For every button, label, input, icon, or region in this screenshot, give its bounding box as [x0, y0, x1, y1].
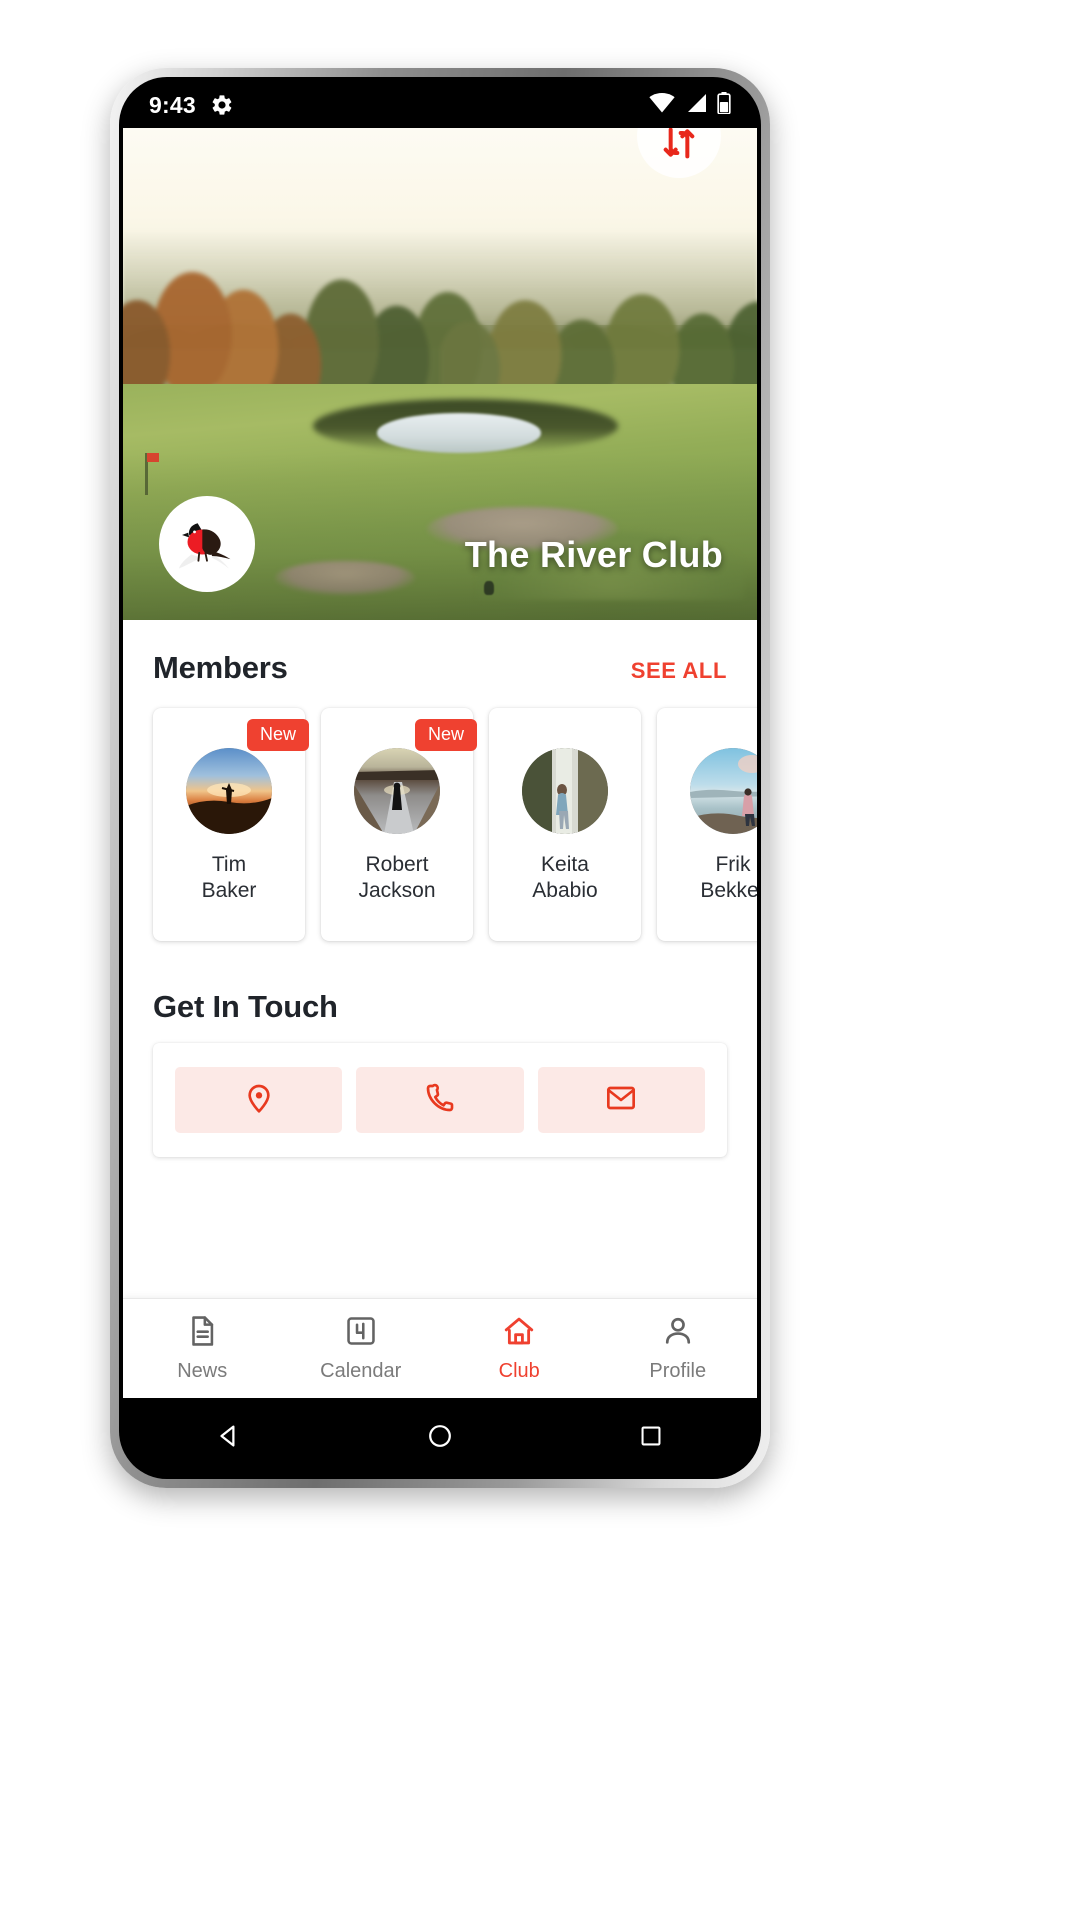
get-in-touch-header: Get In Touch — [123, 959, 757, 1029]
member-card[interactable]: New — [153, 708, 309, 941]
hero-pond — [376, 413, 542, 453]
swap-vertical-arrows-icon — [659, 128, 699, 168]
nav-item-news[interactable]: News — [123, 1314, 282, 1383]
member-name: Keita Ababio — [532, 853, 598, 902]
nav-label-news: News — [177, 1360, 228, 1382]
avatar — [690, 748, 757, 834]
avatar — [354, 748, 440, 834]
person-icon — [661, 1314, 695, 1353]
app-viewport: The River Club Members SEE ALL New Tim B… — [123, 128, 757, 1398]
battery-icon — [717, 91, 731, 119]
phone-frame: 9:43 The River Club Members SEE ALL New … — [110, 68, 770, 1488]
avatar — [186, 748, 272, 834]
members-title: Members — [153, 650, 288, 685]
status-icons — [649, 91, 731, 119]
club-hero-image: The River Club — [123, 128, 757, 620]
new-badge: New — [414, 719, 477, 751]
status-time: 9:43 — [149, 91, 196, 118]
document-icon — [185, 1314, 219, 1353]
status-bar: 9:43 — [123, 82, 757, 128]
envelope-icon — [605, 1082, 637, 1119]
member-card[interactable]: Frik Bekker — [657, 708, 757, 941]
nav-label-calendar: Calendar — [320, 1360, 402, 1382]
location-button[interactable] — [175, 1067, 343, 1133]
bottom-navigation: News Calendar Club Profile — [123, 1298, 757, 1398]
cellular-signal-icon — [684, 93, 708, 118]
gear-icon — [210, 93, 234, 117]
recents-square-icon[interactable] — [606, 1398, 696, 1474]
get-in-touch-title: Get In Touch — [153, 989, 338, 1024]
members-section-header: Members SEE ALL — [123, 620, 757, 690]
back-triangle-icon[interactable] — [184, 1398, 274, 1474]
home-circle-icon[interactable] — [395, 1398, 485, 1474]
see-all-members-link[interactable]: SEE ALL — [631, 658, 727, 684]
red-bishop-bird-icon — [168, 502, 246, 586]
home-icon — [502, 1314, 536, 1353]
member-card[interactable]: New — [321, 708, 477, 941]
nav-label-profile: Profile — [649, 1360, 707, 1382]
club-content: Members SEE ALL New Tim Baker New Robert… — [123, 620, 757, 1157]
nav-item-profile[interactable]: Profile — [599, 1314, 758, 1383]
member-name: Tim Baker — [201, 853, 257, 902]
club-name: The River Club — [464, 534, 723, 575]
phone-icon — [424, 1082, 456, 1119]
calendar-4-icon — [344, 1314, 378, 1353]
android-navigation-bar — [123, 1398, 757, 1474]
phone-screen: 9:43 The River Club Members SEE ALL New … — [123, 82, 757, 1474]
members-carousel[interactable]: New Tim Baker New Robert Jackson Keita A… — [123, 690, 757, 959]
email-button[interactable] — [537, 1067, 705, 1133]
wifi-icon — [649, 92, 675, 118]
get-in-touch-card — [153, 1043, 727, 1157]
avatar — [522, 748, 608, 834]
member-name: Frik Bekker — [700, 853, 757, 902]
member-card[interactable]: Keita Ababio — [489, 708, 641, 941]
phone-bezel: 9:43 The River Club Members SEE ALL New … — [119, 77, 761, 1479]
club-logo — [159, 496, 255, 592]
nav-item-club[interactable]: Club — [440, 1314, 599, 1383]
member-name: Robert Jackson — [358, 853, 436, 902]
map-pin-icon — [243, 1082, 275, 1119]
nav-item-calendar[interactable]: Calendar — [282, 1314, 441, 1383]
new-badge: New — [246, 719, 309, 751]
nav-label-club: Club — [498, 1360, 540, 1382]
phone-button[interactable] — [356, 1067, 524, 1133]
